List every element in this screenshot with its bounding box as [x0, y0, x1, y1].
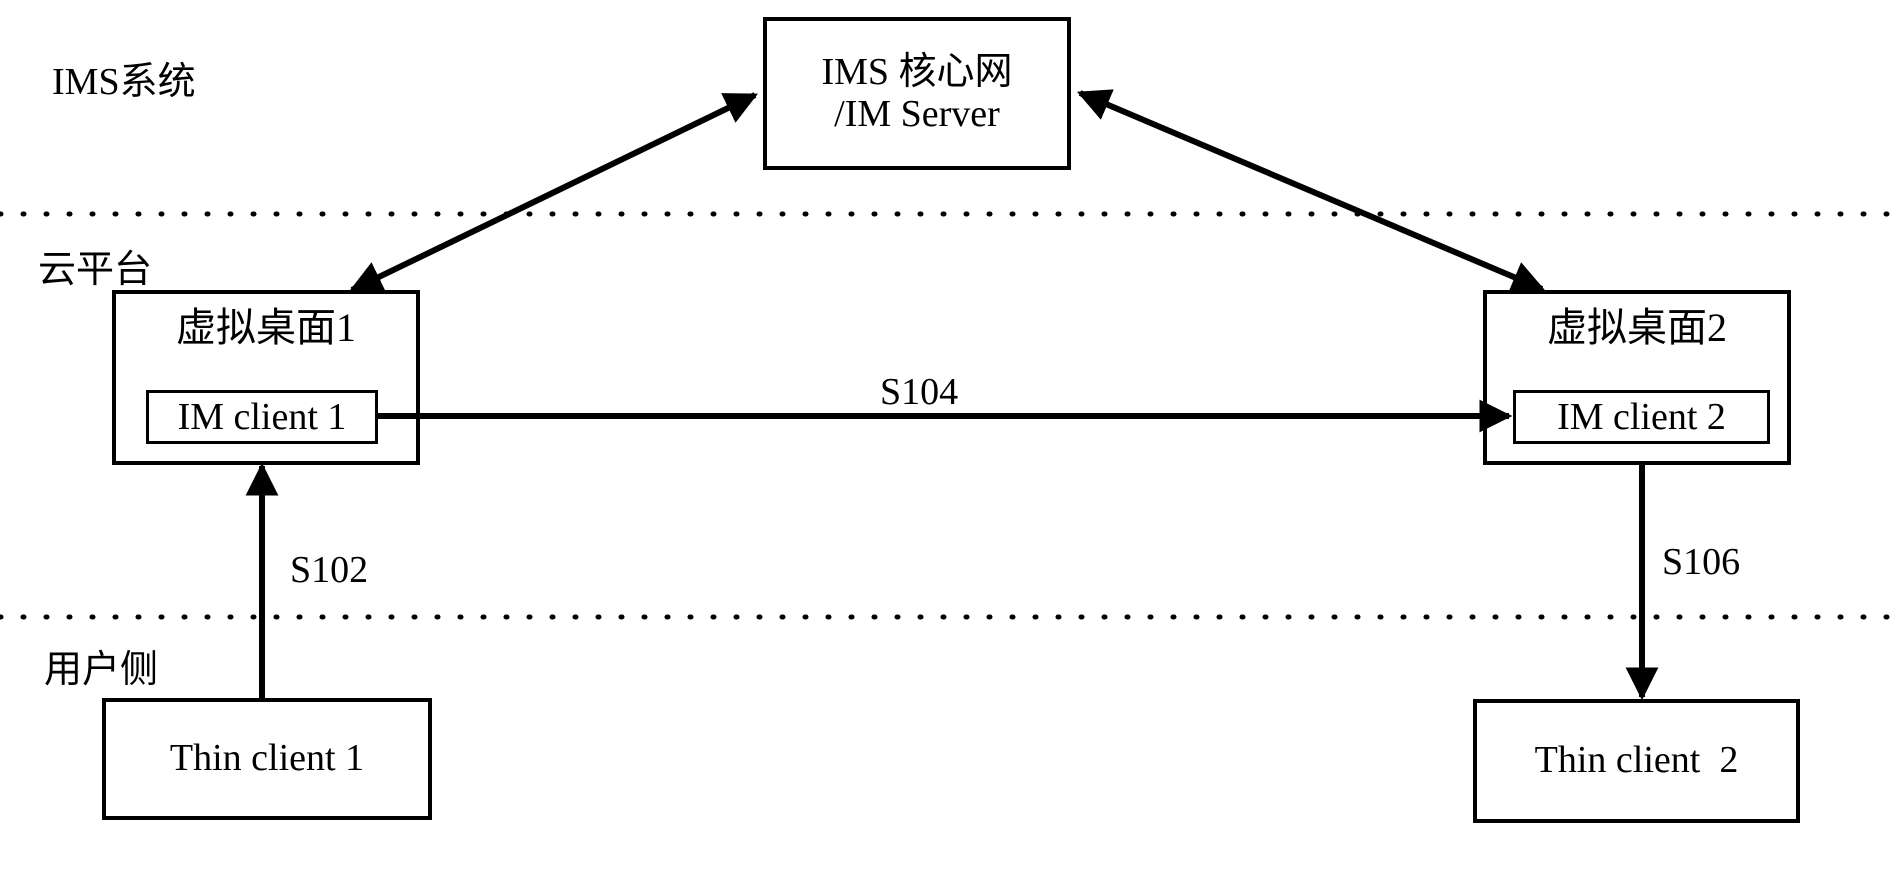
edge-label-s102: S102 [290, 549, 369, 591]
node-im-client-2[interactable]: IM client 2 [1513, 390, 1770, 444]
node-virtual-desktop-2-title: 虚拟桌面2 [1547, 305, 1727, 350]
zone-label-user-side: 用户侧 [44, 649, 159, 691]
node-thin-client-1-label: Thin client 1 [169, 737, 365, 780]
zone-label-ims-system: IMS系统 [52, 61, 196, 103]
node-thin-client-2-label: Thin client 2 [1534, 739, 1739, 782]
node-im-client-1[interactable]: IM client 1 [146, 390, 378, 444]
node-virtual-desktop-1-title: 虚拟桌面1 [176, 305, 356, 350]
zone-label-cloud-platform: 云平台 [38, 249, 153, 291]
diagram-canvas: IMS系统 云平台 用户侧 IMS 核心网 /IM Server 虚拟桌面1 I… [0, 0, 1897, 877]
edge-label-s106: S106 [1662, 541, 1741, 583]
node-ims-core-network-label: IMS 核心网 /IM Server [821, 50, 1013, 135]
edge-label-s104: S104 [880, 371, 959, 413]
connector-ims-vdesk2 [1076, 89, 1546, 293]
connector-vdesk1-ims [349, 92, 758, 293]
